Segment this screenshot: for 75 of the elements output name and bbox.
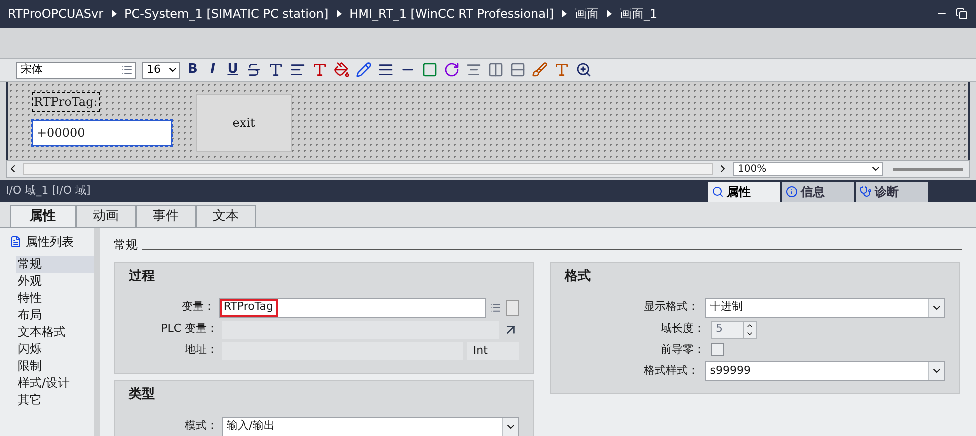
sidebar-item[interactable]: 文本格式 bbox=[16, 324, 94, 341]
distribute-icon[interactable] bbox=[488, 62, 504, 78]
field-label: 地址： bbox=[184, 342, 218, 358]
same-size-icon[interactable] bbox=[510, 62, 526, 78]
property-tab[interactable]: 文本 bbox=[196, 205, 256, 227]
zoom-icon[interactable] bbox=[576, 62, 592, 78]
line-style-icon[interactable] bbox=[378, 62, 394, 78]
field-label: 格式样式： bbox=[643, 362, 700, 379]
inspector-tab[interactable]: 诊断 bbox=[856, 182, 928, 202]
sidebar-item[interactable]: 样式/设计 bbox=[16, 375, 94, 392]
leading-zeros-checkbox[interactable] bbox=[711, 343, 724, 356]
field-label: PLC 变量： bbox=[160, 321, 218, 338]
field-label: 模式： bbox=[184, 418, 218, 434]
field-label: 变量： bbox=[180, 299, 215, 316]
search-icon bbox=[712, 186, 724, 198]
sidebar-header: 属性列表 bbox=[26, 234, 74, 251]
breadcrumb-arrow-icon bbox=[562, 10, 568, 18]
inspector-title: I/O 域_1 [I/O 域] bbox=[6, 182, 92, 199]
info-icon bbox=[786, 186, 798, 198]
text-format-icon[interactable] bbox=[554, 62, 570, 78]
text-color-icon[interactable] bbox=[312, 62, 328, 78]
breadcrumb-arrow-icon bbox=[336, 10, 342, 18]
tag-field[interactable]: RTProTag bbox=[218, 298, 486, 318]
breadcrumb-item[interactable]: RTProOPCUASvr bbox=[8, 5, 104, 23]
property-tab[interactable]: 事件 bbox=[136, 205, 196, 227]
inspector-tab[interactable]: 信息 bbox=[782, 182, 854, 202]
breadcrumb-item[interactable]: HMI_RT_1 [WinCC RT Professional] bbox=[350, 5, 554, 23]
address-type: Int bbox=[467, 342, 519, 360]
stethoscope-icon bbox=[860, 186, 872, 198]
sidebar-item[interactable]: 特性 bbox=[16, 290, 94, 307]
size-field[interactable]: 16 bbox=[142, 62, 180, 78]
length-spinner[interactable]: 5 bbox=[711, 320, 757, 338]
mode-dropdown[interactable]: 输入/输出 bbox=[222, 416, 519, 436]
format-button[interactable]: I bbox=[206, 60, 220, 80]
format-button[interactable]: B bbox=[186, 60, 200, 80]
restore-icon[interactable] bbox=[956, 8, 968, 20]
brush-icon[interactable] bbox=[532, 62, 548, 78]
breadcrumb-item[interactable]: 画面 bbox=[575, 5, 600, 23]
format-button[interactable]: U bbox=[226, 60, 240, 80]
breadcrumb-item[interactable]: 画面_1 bbox=[620, 5, 658, 23]
panel-title: 类型 bbox=[129, 386, 156, 404]
font-size-icon[interactable] bbox=[268, 62, 284, 78]
sidebar-item[interactable]: 闪烁 bbox=[16, 341, 94, 358]
breadcrumb-item[interactable]: PC-System_1 [SIMATIC PC station] bbox=[124, 5, 329, 23]
breadcrumb-arrow-icon bbox=[607, 10, 612, 18]
panel-title: 过程 bbox=[129, 268, 156, 286]
text-label[interactable]: RTProTag: bbox=[32, 92, 100, 112]
property-tab[interactable]: 属性 bbox=[10, 205, 76, 227]
breadcrumb-arrow-icon bbox=[112, 10, 117, 18]
pencil-icon[interactable] bbox=[356, 62, 372, 78]
sidebar-item[interactable]: 限制 bbox=[16, 358, 94, 375]
rotate-icon[interactable] bbox=[444, 62, 460, 78]
exit-button[interactable]: exit bbox=[196, 94, 292, 152]
paint-bucket-icon[interactable] bbox=[334, 62, 350, 78]
align-objects-icon[interactable] bbox=[466, 62, 482, 78]
font-field[interactable]: 宋体 bbox=[16, 62, 136, 78]
field-label: 域长度： bbox=[660, 321, 705, 338]
property-tab[interactable]: 动画 bbox=[76, 205, 136, 227]
inspector-tab[interactable]: 属性 bbox=[708, 182, 780, 202]
display-format-dropdown[interactable]: 十进制 bbox=[705, 298, 945, 318]
field-label: 显示格式： bbox=[643, 299, 700, 316]
sidebar-item[interactable]: 布局 bbox=[16, 307, 94, 324]
strikethrough-icon[interactable] bbox=[246, 62, 262, 78]
zoom-field[interactable]: 100% bbox=[733, 162, 883, 176]
fill-icon[interactable] bbox=[422, 62, 438, 78]
panel-title: 格式 bbox=[565, 268, 592, 286]
sidebar-item[interactable]: 其它 bbox=[16, 392, 94, 409]
io-field[interactable]: +00000 bbox=[32, 120, 172, 146]
sidebar-item[interactable]: 外观 bbox=[16, 273, 94, 290]
sidebar-item[interactable]: 常规 bbox=[16, 256, 94, 273]
horizontal-scrollbar[interactable] bbox=[23, 163, 713, 175]
field-label: 前导零： bbox=[660, 342, 705, 358]
align-icon[interactable] bbox=[290, 62, 306, 78]
section-title: 常规 bbox=[114, 237, 138, 254]
format-pattern-dropdown[interactable]: s99999 bbox=[705, 361, 945, 381]
